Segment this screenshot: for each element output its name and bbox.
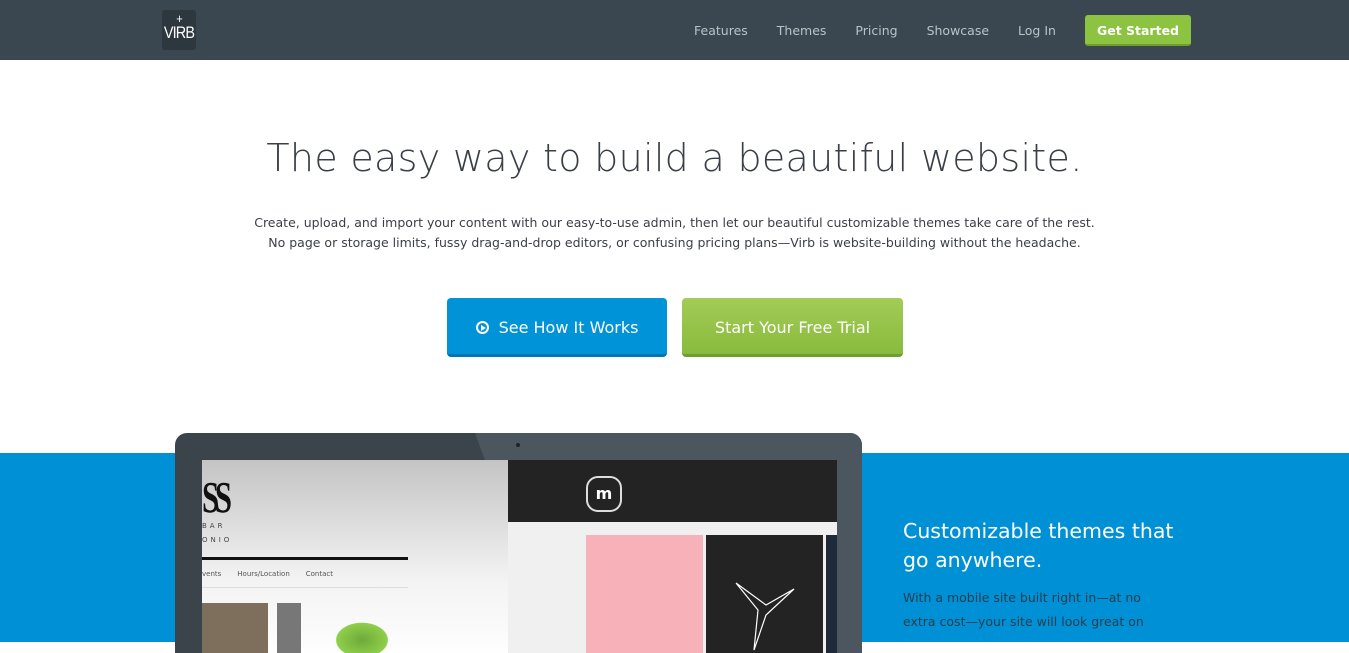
plant-image bbox=[332, 620, 392, 653]
pink-tile bbox=[586, 535, 703, 653]
bird-tile bbox=[706, 535, 823, 653]
theme-preview-left: SS BAR ONIO vents Hours/Location Contact bbox=[202, 460, 508, 653]
nav-showcase[interactable]: Showcase bbox=[927, 23, 989, 38]
hero-subtitle: Create, upload, and import your content … bbox=[254, 215, 1095, 250]
start-free-trial-button[interactable]: Start Your Free Trial bbox=[682, 298, 903, 357]
feature-title: Customizable themes that go anywhere. bbox=[903, 519, 1174, 572]
theme-logo: m bbox=[586, 476, 622, 512]
nav-themes[interactable]: Themes bbox=[777, 23, 827, 38]
hero-title: The easy way to build a beautiful websit… bbox=[266, 136, 1083, 180]
see-how-it-works-button[interactable]: See How It Works bbox=[447, 298, 667, 357]
theme-preview-right: m bbox=[508, 460, 837, 653]
feature-body: With a mobile site built right in—at no … bbox=[903, 590, 1144, 629]
top-nav: + VIRB Features Themes Pricing Showcase L… bbox=[0, 0, 1349, 60]
nav-login[interactable]: Log In bbox=[1018, 23, 1056, 38]
nav-pricing[interactable]: Pricing bbox=[855, 23, 897, 38]
camera bbox=[516, 443, 520, 447]
get-started-button[interactable]: Get Started bbox=[1084, 15, 1191, 46]
play-circle-icon bbox=[475, 321, 489, 334]
virb-logo[interactable]: + VIRB bbox=[162, 10, 196, 50]
nav-features[interactable]: Features bbox=[694, 23, 748, 38]
laptop-mockup: SS BAR ONIO vents Hours/Location Contact m bbox=[175, 433, 862, 653]
